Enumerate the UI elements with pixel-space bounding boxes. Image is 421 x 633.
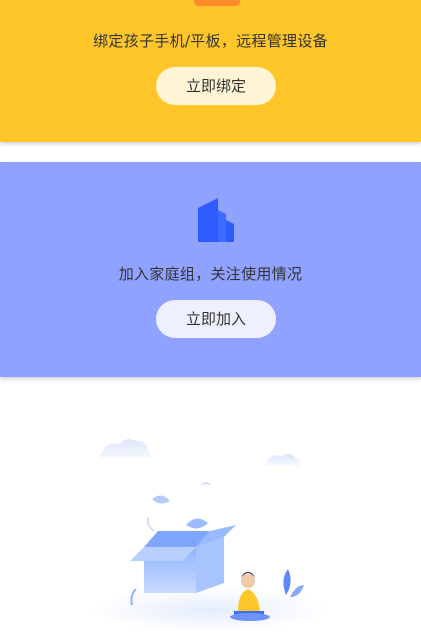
phone-icon <box>194 0 240 6</box>
page: 绑定孩子手机/平板，远程管理设备 立即绑定 加入家庭组，关注使用情况 立即加入 <box>0 0 421 633</box>
building-icon <box>198 198 234 242</box>
bind-device-card: 绑定孩子手机/平板，远程管理设备 立即绑定 <box>0 0 421 142</box>
bind-card-description: 绑定孩子手机/平板，远程管理设备 <box>93 32 328 50</box>
join-card-description: 加入家庭组，关注使用情况 <box>118 265 303 283</box>
join-family-card: 加入家庭组，关注使用情况 立即加入 <box>0 162 421 377</box>
bind-now-button[interactable]: 立即绑定 <box>156 67 276 105</box>
join-now-button[interactable]: 立即加入 <box>156 300 276 338</box>
empty-box-illustration <box>90 439 330 632</box>
